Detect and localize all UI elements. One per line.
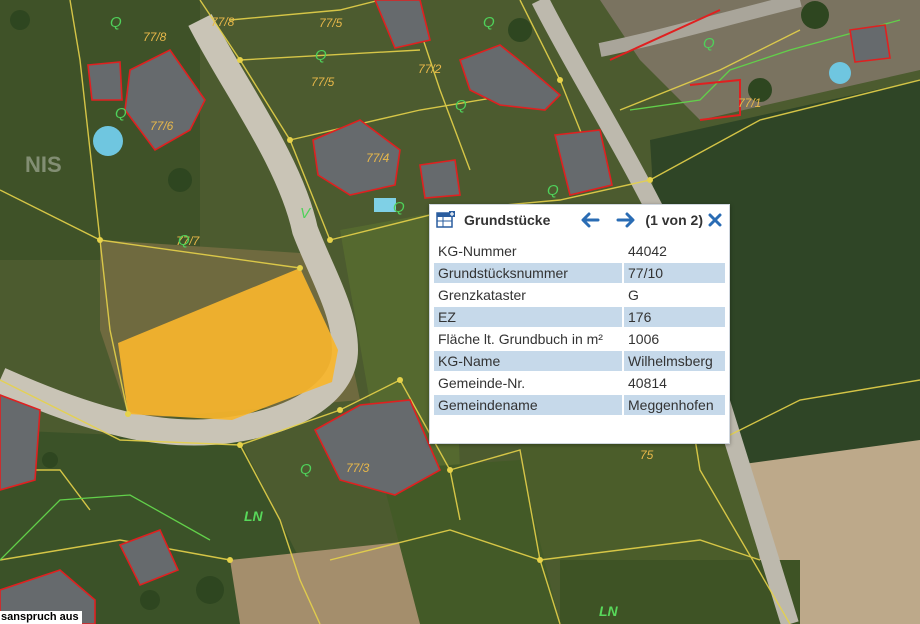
table-row: Gemeindename Meggenhofen xyxy=(434,395,725,415)
disclaimer-text: sanspruch aus xyxy=(0,611,82,624)
arrow-left-icon[interactable] xyxy=(579,209,601,231)
landuse-label: Q xyxy=(110,14,122,31)
attribute-value: 40814 xyxy=(628,375,667,391)
table-row: EZ 176 xyxy=(434,307,725,327)
landuse-label: Q xyxy=(315,47,327,64)
parcel-label: 77/3 xyxy=(346,461,370,475)
table-icon xyxy=(436,210,456,230)
attribute-key: Gemeindename xyxy=(434,395,624,415)
parcel-label: 77/5 xyxy=(311,75,335,89)
landuse-label: Q xyxy=(455,97,467,114)
parcel-label: 77/1 xyxy=(738,96,761,110)
popup-counter: (1 von 2) xyxy=(645,212,703,228)
landuse-label: LN xyxy=(244,508,264,524)
attribute-key: KG-Nummer xyxy=(434,241,624,261)
attribute-value: 44042 xyxy=(628,243,667,259)
parcel-label: 75 xyxy=(640,448,654,462)
attribute-value: 77/10 xyxy=(624,263,725,283)
attribute-key: Grenzkataster xyxy=(434,285,624,305)
popup-title: Grundstücke xyxy=(464,212,551,228)
landuse-label: Q xyxy=(115,105,127,122)
attribute-key: Gemeinde-Nr. xyxy=(434,373,624,393)
parcel-label: 77/6 xyxy=(150,119,174,133)
watermark-text: NIS xyxy=(25,152,62,177)
parcel-label: 77/8 xyxy=(211,15,235,29)
parcel-label: 77/2 xyxy=(418,62,442,76)
table-row: Grenzkataster G xyxy=(434,285,725,305)
landuse-label: Q xyxy=(178,232,190,249)
table-row: KG-Nummer 44042 xyxy=(434,241,725,261)
close-icon[interactable] xyxy=(707,209,723,231)
landuse-label: Q xyxy=(393,199,405,216)
attribute-key: Fläche lt. Grundbuch in m² xyxy=(434,329,624,349)
table-row: Grundstücksnummer 77/10 xyxy=(434,263,725,283)
parcel-label: 77/8 xyxy=(143,30,167,44)
arrow-right-icon[interactable] xyxy=(615,209,637,231)
popup-header: Grundstücke (1 von 2) xyxy=(430,205,729,235)
table-row: KG-Name Wilhelmsberg xyxy=(434,351,725,371)
attribute-value: 1006 xyxy=(628,331,660,347)
landuse-label: LN xyxy=(599,603,619,619)
table-row: Gemeinde-Nr. 40814 xyxy=(434,373,725,393)
landuse-label: Q xyxy=(703,35,715,52)
attribute-key: Grundstücksnummer xyxy=(434,263,624,283)
attribute-key: EZ xyxy=(434,307,624,327)
landuse-label: Q xyxy=(300,461,312,478)
landuse-label: Q xyxy=(483,14,495,31)
attribute-value: 176 xyxy=(624,307,725,327)
parcel-label: 77/5 xyxy=(319,16,343,30)
attribute-value: G xyxy=(628,287,639,303)
attribute-value: Meggenhofen xyxy=(624,395,725,415)
landuse-label: Q xyxy=(547,182,559,199)
attribute-key: KG-Name xyxy=(434,351,624,371)
table-row: Fläche lt. Grundbuch in m² 1006 xyxy=(434,329,725,349)
parcel-label: 77/4 xyxy=(366,151,390,165)
attribute-table: KG-Nummer 44042 Grundstücksnummer 77/10 … xyxy=(434,239,725,417)
parcel-info-popup: Grundstücke (1 von 2) KG-Nummer 44042 Gr… xyxy=(429,204,730,444)
attribute-value: Wilhelmsberg xyxy=(624,351,725,371)
